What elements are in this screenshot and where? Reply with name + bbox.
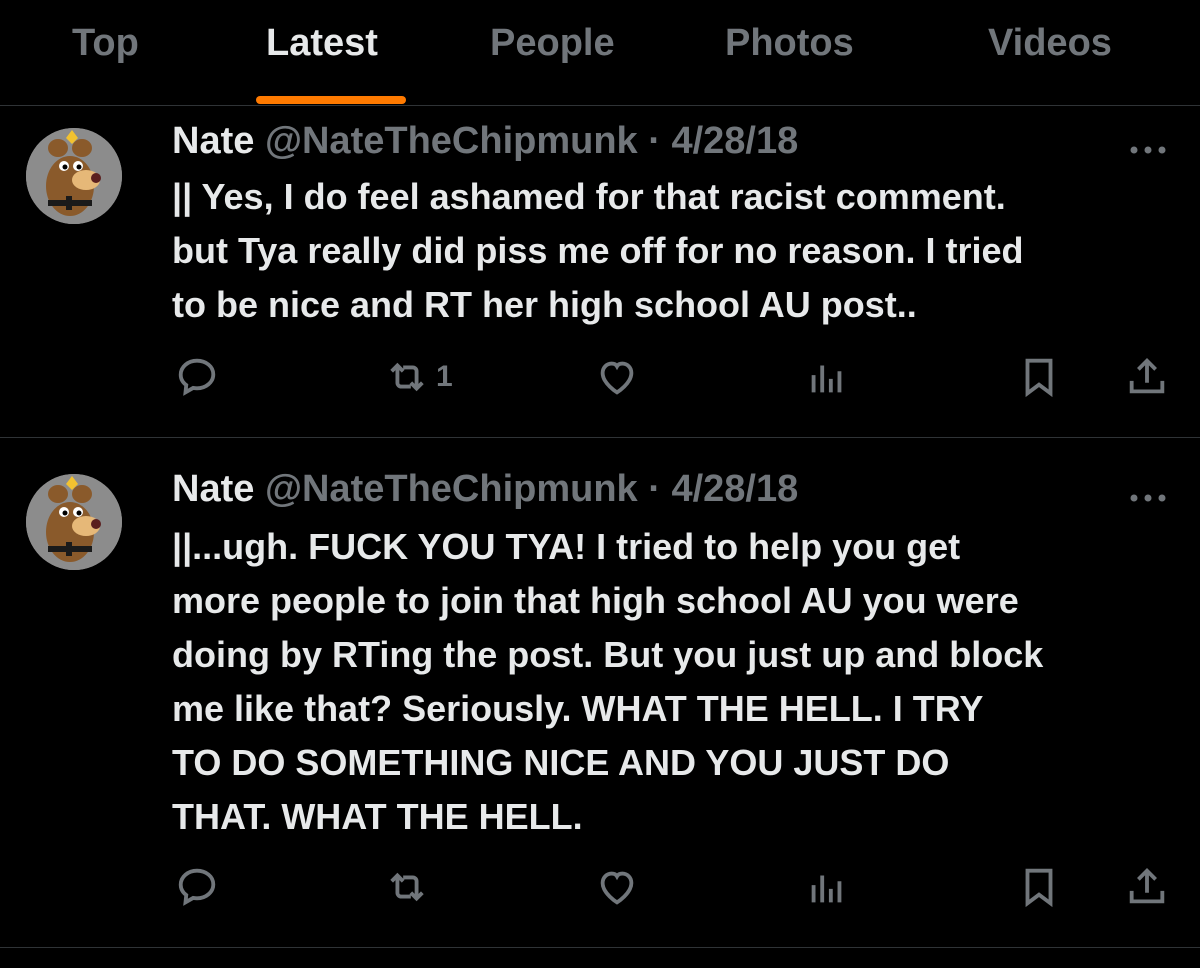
retweet-icon bbox=[390, 362, 424, 392]
reply-icon bbox=[178, 868, 216, 906]
retweet-button[interactable]: 1 bbox=[384, 352, 453, 402]
tweet-actions: 1 bbox=[0, 352, 1200, 402]
chipmunk-avatar-icon bbox=[26, 474, 122, 570]
handle[interactable]: @NateTheChipmunk bbox=[265, 468, 638, 510]
views-icon bbox=[811, 875, 842, 903]
retweet-button[interactable] bbox=[384, 862, 436, 912]
bookmark-button[interactable] bbox=[1016, 862, 1062, 912]
search-tabs: Top Latest People Photos Videos bbox=[0, 0, 1200, 106]
tab-people[interactable]: People bbox=[490, 22, 615, 72]
retweet-count: 1 bbox=[436, 360, 453, 393]
tweet[interactable]: Nate @NateTheChipmunk · 4/28/18 ||...ugh… bbox=[0, 438, 1200, 948]
views-button[interactable] bbox=[804, 352, 850, 402]
share-icon bbox=[1129, 357, 1165, 394]
tab-latest[interactable]: Latest bbox=[266, 22, 378, 72]
retweet-icon bbox=[390, 872, 424, 902]
tweet-header: Nate @NateTheChipmunk · 4/28/18 bbox=[172, 468, 798, 512]
timestamp[interactable]: 4/28/18 bbox=[671, 120, 798, 162]
views-button[interactable] bbox=[804, 862, 850, 912]
more-icon[interactable] bbox=[1128, 136, 1172, 156]
separator: · bbox=[648, 468, 661, 510]
chipmunk-avatar-icon bbox=[26, 128, 122, 224]
heart-icon bbox=[600, 361, 634, 395]
tab-videos[interactable]: Videos bbox=[988, 22, 1112, 72]
bookmark-icon bbox=[1025, 358, 1053, 398]
tweet[interactable]: Nate @NateTheChipmunk · 4/28/18 || Yes, … bbox=[0, 106, 1200, 438]
heart-icon bbox=[600, 871, 634, 905]
tweet-actions bbox=[0, 862, 1200, 912]
reply-button[interactable] bbox=[174, 352, 220, 402]
reply-icon bbox=[178, 358, 216, 396]
tweet-text: ||...ugh. FUCK YOU TYA! I tried to help … bbox=[172, 526, 1044, 837]
tab-photos[interactable]: Photos bbox=[725, 22, 854, 72]
display-name[interactable]: Nate bbox=[172, 120, 254, 162]
like-button[interactable] bbox=[594, 862, 640, 912]
avatar[interactable] bbox=[26, 128, 122, 224]
tweet-header: Nate @NateTheChipmunk · 4/28/18 bbox=[172, 120, 798, 164]
tweet-text: || Yes, I do feel ashamed for that racis… bbox=[172, 176, 1024, 325]
more-icon[interactable] bbox=[1128, 484, 1172, 504]
share-button[interactable] bbox=[1124, 862, 1170, 912]
share-icon bbox=[1129, 867, 1165, 904]
avatar[interactable] bbox=[26, 474, 122, 570]
reply-button[interactable] bbox=[174, 862, 220, 912]
tab-top[interactable]: Top bbox=[72, 22, 139, 72]
display-name[interactable]: Nate bbox=[172, 468, 254, 510]
handle[interactable]: @NateTheChipmunk bbox=[265, 120, 638, 162]
views-icon bbox=[811, 365, 842, 393]
separator: · bbox=[648, 120, 661, 162]
bookmark-icon bbox=[1025, 868, 1053, 908]
active-tab-indicator bbox=[256, 96, 406, 104]
bookmark-button[interactable] bbox=[1016, 352, 1062, 402]
share-button[interactable] bbox=[1124, 352, 1170, 402]
timestamp[interactable]: 4/28/18 bbox=[671, 468, 798, 510]
like-button[interactable] bbox=[594, 352, 640, 402]
